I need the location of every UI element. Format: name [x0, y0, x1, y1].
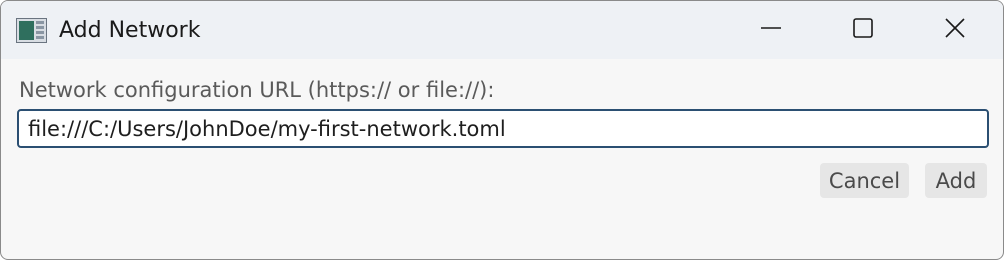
title-bar[interactable]: Add Network	[1, 1, 1003, 59]
dialog-content: Network configuration URL (https:// or f…	[1, 59, 1003, 259]
add-button[interactable]: Add	[925, 163, 987, 198]
window-title: Add Network	[59, 18, 201, 43]
url-field-label: Network configuration URL (https:// or f…	[19, 78, 495, 102]
add-network-dialog: Add Network Network configuration URL (h…	[0, 0, 1004, 260]
minimize-icon	[760, 17, 782, 43]
app-window-icon	[16, 18, 47, 43]
cancel-button[interactable]: Cancel	[820, 163, 909, 198]
close-icon	[944, 17, 966, 43]
maximize-icon	[852, 17, 874, 43]
maximize-button[interactable]	[817, 1, 909, 59]
url-input[interactable]	[17, 109, 989, 148]
close-button[interactable]	[909, 1, 1001, 59]
minimize-button[interactable]	[725, 1, 817, 59]
